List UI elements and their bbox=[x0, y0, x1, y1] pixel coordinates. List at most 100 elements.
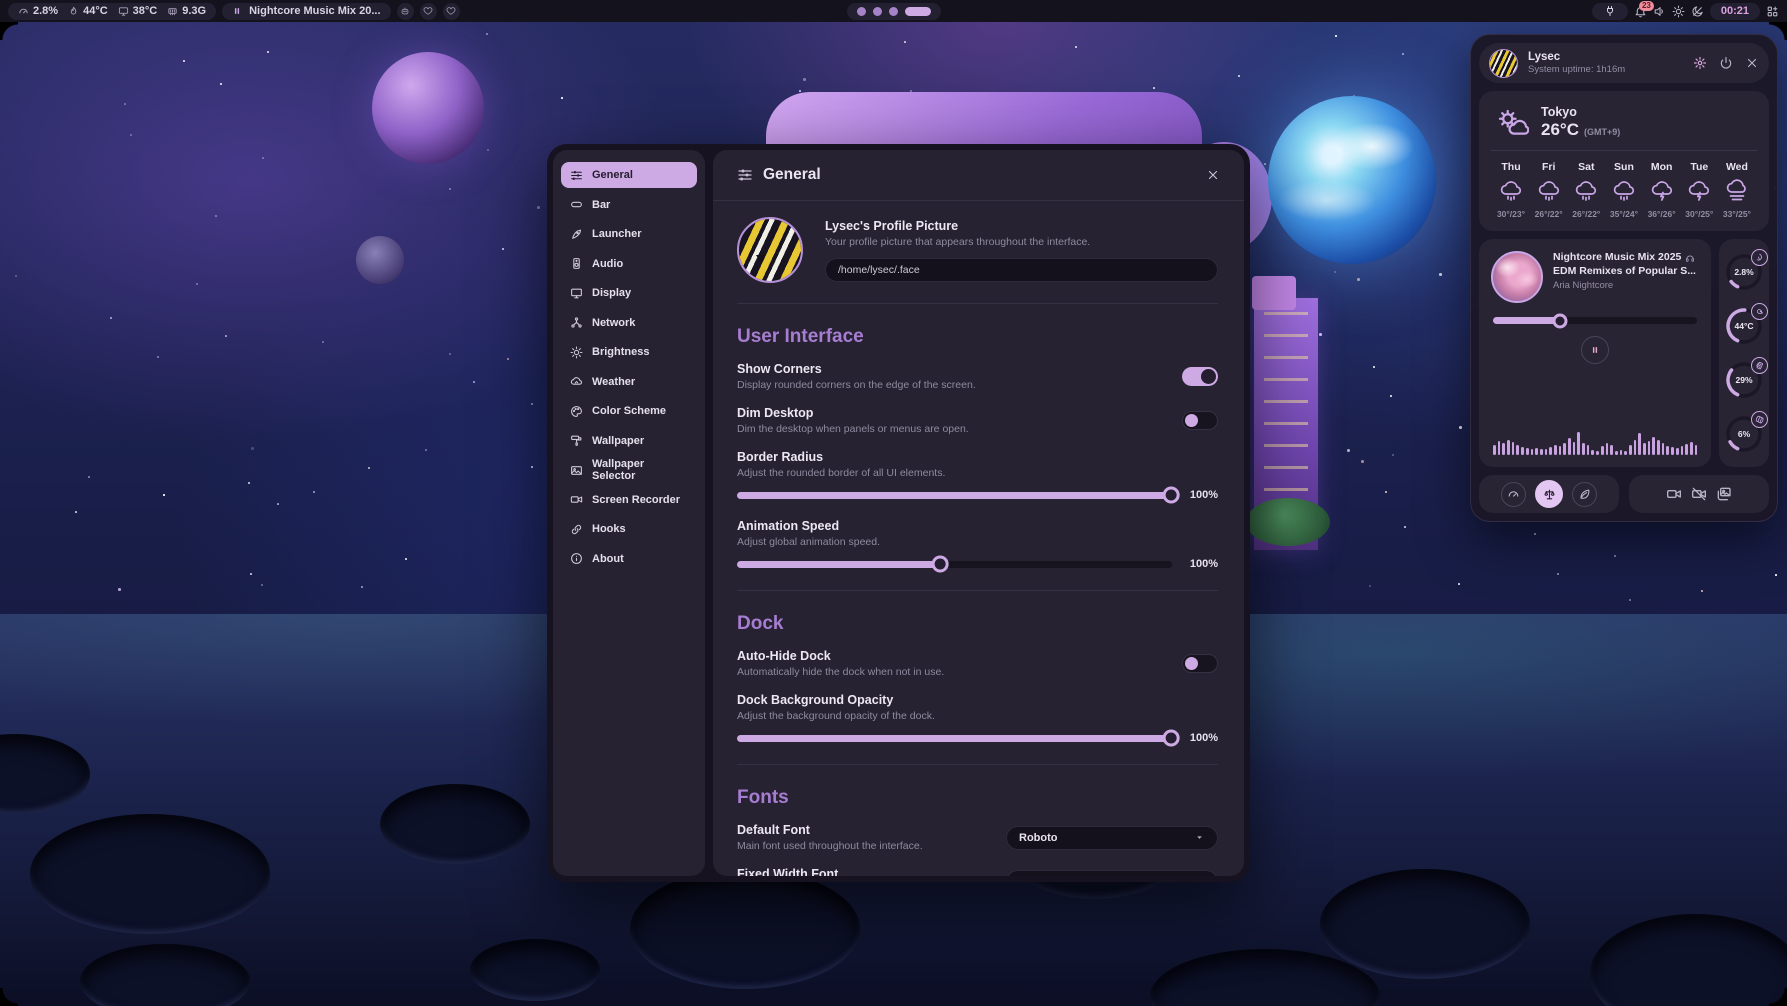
setting-row-show-corners: Show Corners Display rounded corners on … bbox=[737, 362, 1218, 391]
sidebar-item-brightness[interactable]: Brightness bbox=[561, 339, 697, 365]
fog-icon bbox=[1725, 179, 1749, 203]
media-title: Nightcore Music Mix 20... bbox=[249, 5, 380, 17]
sidebar-item-audio[interactable]: Audio bbox=[561, 251, 697, 277]
workspace-switcher[interactable] bbox=[847, 3, 941, 20]
bot-button[interactable] bbox=[397, 3, 414, 20]
sidebar-item-bar[interactable]: Bar bbox=[561, 192, 697, 218]
camera-off-button[interactable] bbox=[1691, 486, 1707, 502]
volume-button[interactable] bbox=[1653, 5, 1666, 18]
flame-icon bbox=[1751, 303, 1768, 320]
notification-badge: 23 bbox=[1639, 1, 1654, 11]
storm-icon bbox=[1687, 179, 1711, 203]
gauge-icon bbox=[18, 6, 29, 17]
dock-opacity-slider[interactable] bbox=[737, 735, 1172, 742]
pause-button[interactable] bbox=[1581, 336, 1609, 364]
powersave-profile-button[interactable] bbox=[1572, 482, 1597, 507]
sidebar-item-wallpaper[interactable]: Wallpaper bbox=[561, 428, 697, 454]
sidebar-item-weather[interactable]: Weather bbox=[561, 369, 697, 395]
show-corners-toggle[interactable] bbox=[1182, 367, 1218, 386]
avatar bbox=[1489, 49, 1518, 78]
power-profile-card bbox=[1479, 475, 1619, 513]
cloud-icon bbox=[570, 375, 583, 388]
paint-roller-icon bbox=[570, 434, 583, 447]
page-title: General bbox=[763, 166, 1196, 184]
sidebar-item-color-scheme[interactable]: Color Scheme bbox=[561, 398, 697, 424]
cpu-temp-stat: 44°C bbox=[68, 5, 108, 17]
profile-path-input[interactable] bbox=[825, 258, 1218, 282]
sidebar-item-screen-recorder[interactable]: Screen Recorder bbox=[561, 487, 697, 513]
weather-card[interactable]: Tokyo 26°C (GMT+9) Thu30°/23° Fri26°/22°… bbox=[1479, 91, 1769, 231]
performance-profile-button[interactable] bbox=[1501, 482, 1526, 507]
media-title-line2: EDM Remixes of Popular S... bbox=[1553, 265, 1696, 279]
night-mode-button[interactable] bbox=[1691, 5, 1704, 18]
video-icon bbox=[570, 493, 583, 506]
palette-icon bbox=[570, 405, 583, 418]
dim-desktop-toggle[interactable] bbox=[1182, 411, 1218, 430]
sidebar-item-display[interactable]: Display bbox=[561, 280, 697, 306]
scales-icon bbox=[1543, 488, 1556, 501]
gear-icon bbox=[1693, 56, 1707, 70]
favorite-button[interactable] bbox=[420, 3, 437, 20]
sidebar-item-launcher[interactable]: Launcher bbox=[561, 221, 697, 247]
brightness-button[interactable] bbox=[1672, 5, 1685, 18]
sidebar-item-hooks[interactable]: Hooks bbox=[561, 516, 697, 542]
slider-knob[interactable] bbox=[1163, 730, 1180, 747]
default-font-dropdown[interactable]: Roboto bbox=[1006, 826, 1218, 850]
power-button[interactable] bbox=[1719, 56, 1733, 70]
avatar[interactable] bbox=[737, 217, 803, 283]
section-heading-ui: User Interface bbox=[737, 326, 1218, 348]
workspace-dot[interactable] bbox=[889, 7, 898, 16]
heart-icon bbox=[423, 6, 433, 16]
leaf-icon bbox=[1578, 488, 1591, 501]
clock[interactable]: 00:21 bbox=[1710, 3, 1760, 20]
forecast-day: Mon36°/26° bbox=[1644, 161, 1680, 219]
power-pill[interactable] bbox=[1592, 3, 1628, 20]
setting-row-default-font: Default Font Main font used throughout t… bbox=[737, 823, 1218, 852]
favorite-button-2[interactable] bbox=[443, 3, 460, 20]
animation-speed-slider[interactable] bbox=[737, 561, 1172, 568]
utilities-card bbox=[1629, 475, 1769, 513]
earth-planet bbox=[1268, 96, 1436, 264]
slider-knob[interactable] bbox=[1553, 313, 1568, 328]
slider-knob[interactable] bbox=[1163, 487, 1180, 504]
slider-knob[interactable] bbox=[932, 556, 949, 573]
sidebar-item-wallpaper-selector[interactable]: Wallpaper Selector bbox=[561, 457, 697, 483]
profile-desc: Your profile picture that appears throug… bbox=[825, 236, 1218, 248]
system-stats-pill[interactable]: 2.8% 44°C 38°C 9.3G bbox=[8, 3, 216, 20]
overview-button[interactable] bbox=[1766, 5, 1779, 18]
screenshot-button[interactable] bbox=[1716, 486, 1732, 502]
system-uptime: System uptime: 1h16m bbox=[1528, 64, 1625, 75]
workspace-active[interactable] bbox=[905, 7, 931, 16]
bot-icon bbox=[400, 6, 410, 16]
wallpaper-bush bbox=[1246, 498, 1330, 546]
auto-hide-dock-toggle[interactable] bbox=[1182, 654, 1218, 673]
workspace-dot[interactable] bbox=[857, 7, 866, 16]
notifications-button[interactable]: 23 bbox=[1634, 5, 1647, 18]
gpu-temp-stat: 38°C bbox=[118, 5, 158, 17]
screen-record-button[interactable] bbox=[1666, 486, 1682, 502]
rocket-icon bbox=[570, 228, 583, 241]
sliders-icon bbox=[737, 167, 753, 183]
pause-icon bbox=[1590, 345, 1600, 355]
balanced-profile-button[interactable] bbox=[1535, 480, 1563, 508]
workspace-dot[interactable] bbox=[873, 7, 882, 16]
media-pill[interactable]: Nightcore Music Mix 20... bbox=[222, 3, 390, 20]
sidebar-item-network[interactable]: Network bbox=[561, 310, 697, 336]
sidebar-item-about[interactable]: About bbox=[561, 546, 697, 572]
close-button[interactable] bbox=[1206, 168, 1220, 182]
border-radius-slider[interactable] bbox=[737, 492, 1172, 499]
fixed-font-dropdown[interactable]: DejaVu Sans Mono bbox=[1006, 870, 1218, 877]
media-progress-slider[interactable] bbox=[1493, 317, 1697, 324]
wallpaper-cube bbox=[1252, 276, 1296, 310]
volume-icon bbox=[1653, 5, 1666, 18]
settings-button[interactable] bbox=[1693, 56, 1707, 70]
audio-visualizer bbox=[1491, 421, 1699, 455]
sidebar-item-general[interactable]: General bbox=[561, 162, 697, 188]
album-art[interactable] bbox=[1491, 251, 1543, 303]
memory-stat: 9.3G bbox=[167, 5, 206, 17]
animation-speed-value: 100% bbox=[1184, 558, 1218, 570]
settings-content[interactable]: Lysec's Profile Picture Your profile pic… bbox=[713, 201, 1244, 876]
forecast-day: Wed33°/25° bbox=[1719, 161, 1755, 219]
close-panel-button[interactable] bbox=[1745, 56, 1759, 70]
forecast-day: Fri26°/22° bbox=[1531, 161, 1567, 219]
